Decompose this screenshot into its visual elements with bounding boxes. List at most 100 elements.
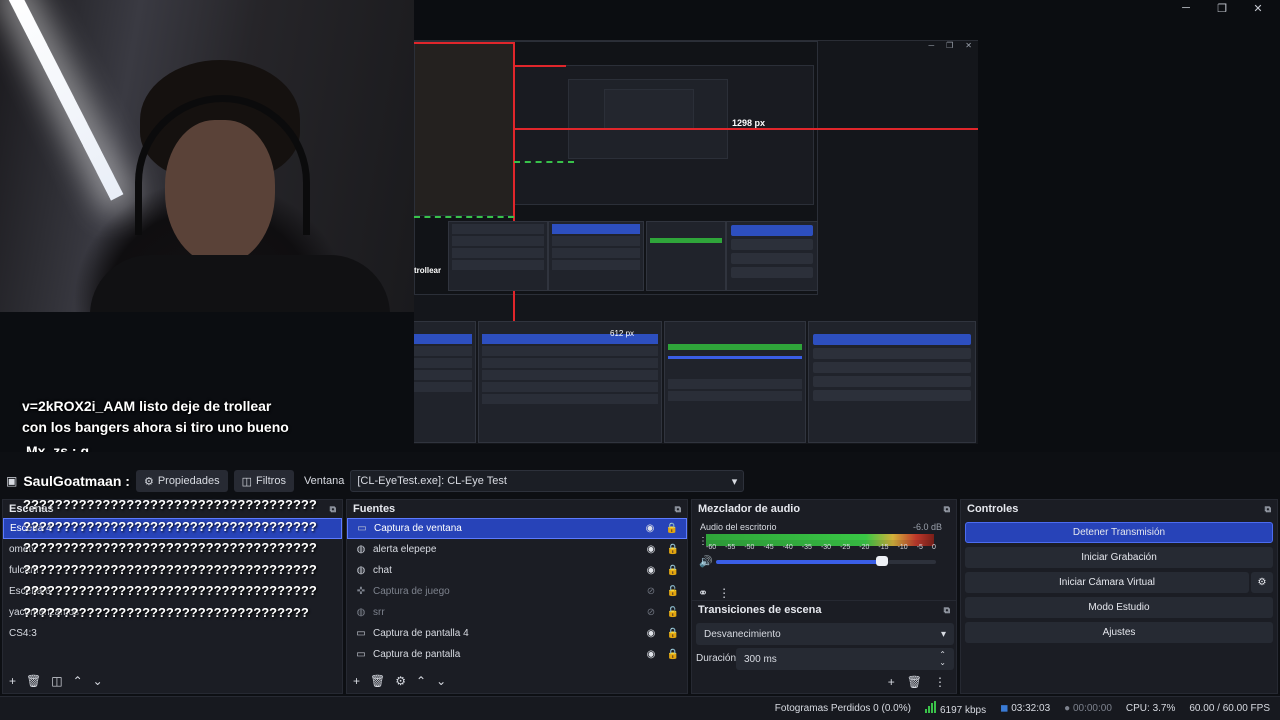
filters-button[interactable]: ◫ Filtros	[233, 470, 294, 492]
undock-icon[interactable]: ⧉	[1265, 504, 1271, 515]
spam-line: ?????????????????????????????????????	[23, 540, 317, 555]
scene-item[interactable]: CS4:3	[3, 623, 342, 644]
add-transition-icon[interactable]: +	[888, 675, 895, 689]
duration-value: 300 ms	[744, 653, 777, 665]
nested-preview-4	[604, 89, 694, 129]
source-item[interactable]: ◍ chat ◉ 🔒	[347, 560, 687, 581]
link-icon[interactable]: ⚭	[698, 586, 708, 600]
eye-icon[interactable]: ◉	[643, 544, 659, 555]
monitor-icon: ▭	[356, 649, 366, 660]
volume-slider-handle[interactable]	[876, 556, 888, 566]
signal-bars-icon	[924, 701, 936, 713]
nested-scenes	[448, 221, 548, 291]
source-item[interactable]: ✜ Captura de juego ⊘ 🔓	[347, 581, 687, 602]
source-item[interactable]: ▭ Captura de pantalla ◉ 🔒	[347, 644, 687, 665]
lock-icon[interactable]: 🔒	[665, 565, 681, 576]
sources-toolbar: + 🗑 ⚙ ⌃ ⌄	[347, 669, 687, 693]
transition-select-value: Desvanecimiento	[704, 628, 781, 640]
undock-icon[interactable]: ⧉	[944, 605, 950, 616]
scenes-dock: Escenas ⧉ Escena 4 ometv fulcam Escena 6…	[2, 497, 343, 694]
controls-title: Controles	[967, 503, 1019, 515]
move-up-icon[interactable]: ⌃	[416, 674, 426, 688]
obs-window: ─ ❐ ✕ 1298 px trollear 612 px ─ ❐ ✕ v=2k…	[0, 0, 1280, 720]
preview-canvas[interactable]: ─ ❐ ✕ 1298 px trollear 612 px ─ ❐ ✕ v=2k…	[0, 0, 1280, 452]
gear-icon: ⚙	[143, 475, 154, 488]
window-select[interactable]: [CL-EyeTest.exe]: CL-Eye Test ▾	[350, 470, 745, 492]
undock-icon[interactable]: ⧉	[944, 504, 950, 515]
nested-overlay-word: trollear	[414, 266, 442, 275]
lock-icon[interactable]: 🔒	[665, 544, 681, 555]
speaker-icon[interactable]: 🔊	[699, 555, 713, 568]
virtual-camera-settings-button[interactable]: ⚙	[1251, 572, 1273, 593]
bitrate-value: 6197 kbps	[939, 705, 987, 716]
undock-icon[interactable]: ⧉	[675, 504, 681, 515]
nested-sources	[548, 221, 644, 291]
lock-icon[interactable]: 🔒	[665, 649, 681, 660]
capture-window-controls: ─ ❐ ✕	[928, 41, 972, 50]
add-scene-icon[interactable]: +	[9, 674, 16, 688]
move-up-icon[interactable]: ⌃	[73, 674, 83, 688]
record-time: 00:00:00	[1072, 703, 1112, 714]
studio-mode-button[interactable]: Modo Estudio	[965, 597, 1273, 618]
start-virtual-camera-button[interactable]: Iniciar Cámara Virtual	[965, 572, 1249, 593]
eye-icon[interactable]: ◉	[643, 628, 659, 639]
volume-slider-fill[interactable]	[716, 560, 884, 564]
stream-time: 03:32:03	[1011, 703, 1051, 714]
chat-user-overlay: SaulGoatmaan :	[23, 473, 130, 489]
settings-button[interactable]: Ajustes	[965, 622, 1273, 643]
source-item[interactable]: ▭ Captura de ventana ◉ 🔒	[347, 518, 687, 539]
source-name: Captura de pantalla 4	[373, 628, 469, 639]
volume-slider-track[interactable]	[888, 560, 936, 564]
source-item[interactable]: ▭ Captura de pantalla 4 ◉ 🔒	[347, 623, 687, 644]
eye-hidden-icon[interactable]: ⊘	[643, 607, 659, 618]
mixer-menu-icon[interactable]: ⋮	[718, 586, 730, 600]
add-source-icon[interactable]: +	[353, 674, 360, 688]
lock-icon[interactable]: 🔒	[665, 628, 681, 639]
properties-button[interactable]: ⚙ Propiedades	[135, 470, 228, 492]
remove-source-icon[interactable]: 🗑	[370, 674, 385, 688]
source-properties-icon[interactable]: ⚙	[395, 674, 406, 688]
sources-dock: Fuentes ⧉ ▭ Captura de ventana ◉ 🔒 ◍ ale…	[346, 499, 688, 694]
nested-mixer-large	[664, 321, 806, 443]
transition-select[interactable]: Desvanecimiento ▾	[696, 623, 954, 645]
nested-controls	[726, 221, 818, 291]
move-down-icon[interactable]: ⌄	[93, 674, 103, 688]
spinner-icon[interactable]: ⌃ ⌄	[939, 651, 946, 667]
move-down-icon[interactable]: ⌄	[436, 674, 446, 688]
record-icon: ●	[1064, 703, 1071, 714]
source-item[interactable]: ◍ srr ⊘ 🔓	[347, 602, 687, 623]
undock-icon[interactable]: ⧉	[330, 504, 336, 515]
duration-label: Duración	[696, 653, 737, 664]
webcam-feed	[0, 0, 414, 312]
nested-mixer	[646, 221, 726, 291]
mixer-header: Mezclador de audio ⧉	[692, 500, 956, 518]
scene-filters-icon[interactable]: ◫	[51, 674, 62, 688]
start-recording-button[interactable]: Iniciar Grabación	[965, 547, 1273, 568]
bitrate-indicator: 6197 kbps	[924, 701, 987, 716]
record-time-indicator: ● 00:00:00	[1064, 703, 1112, 714]
close-icon[interactable]: ✕	[1250, 2, 1266, 15]
eye-hidden-icon[interactable]: ⊘	[643, 586, 659, 597]
remove-transition-icon[interactable]: 🗑	[907, 675, 922, 689]
source-item[interactable]: ◍ alerta elepepe ◉ 🔒	[347, 539, 687, 560]
minimize-icon[interactable]: ─	[1178, 2, 1194, 15]
window-capture-source[interactable]: ─ ❐ ✕ 1298 px trollear 612 px	[414, 40, 978, 444]
stop-stream-button[interactable]: Detener Transmisión	[965, 522, 1273, 543]
chat-overlay-user: Mx_zs : q	[26, 443, 90, 452]
background-lamp	[6, 0, 124, 201]
maximize-icon[interactable]: ❐	[1214, 2, 1230, 15]
unlock-icon[interactable]: 🔓	[665, 607, 681, 618]
eye-icon[interactable]: ◉	[642, 523, 658, 534]
duration-input[interactable]: 300 ms ⌃ ⌄	[736, 648, 954, 670]
remove-scene-icon[interactable]: 🗑	[26, 674, 41, 688]
source-name: alerta elepepe	[373, 544, 437, 555]
transitions-title: Transiciones de escena	[698, 604, 822, 616]
nested-webcam	[414, 41, 514, 216]
transition-menu-icon[interactable]: ⋮	[934, 675, 946, 689]
lock-icon[interactable]: 🔒	[664, 523, 680, 534]
source-toolbar: ▣ SaulGoatmaan : ⚙ Propiedades ◫ Filtros…	[0, 468, 1280, 494]
unlock-icon[interactable]: 🔓	[665, 586, 681, 597]
eye-icon[interactable]: ◉	[643, 649, 659, 660]
eye-icon[interactable]: ◉	[643, 565, 659, 576]
dropped-frames: Fotogramas Perdidos 0 (0.0%)	[774, 703, 911, 714]
